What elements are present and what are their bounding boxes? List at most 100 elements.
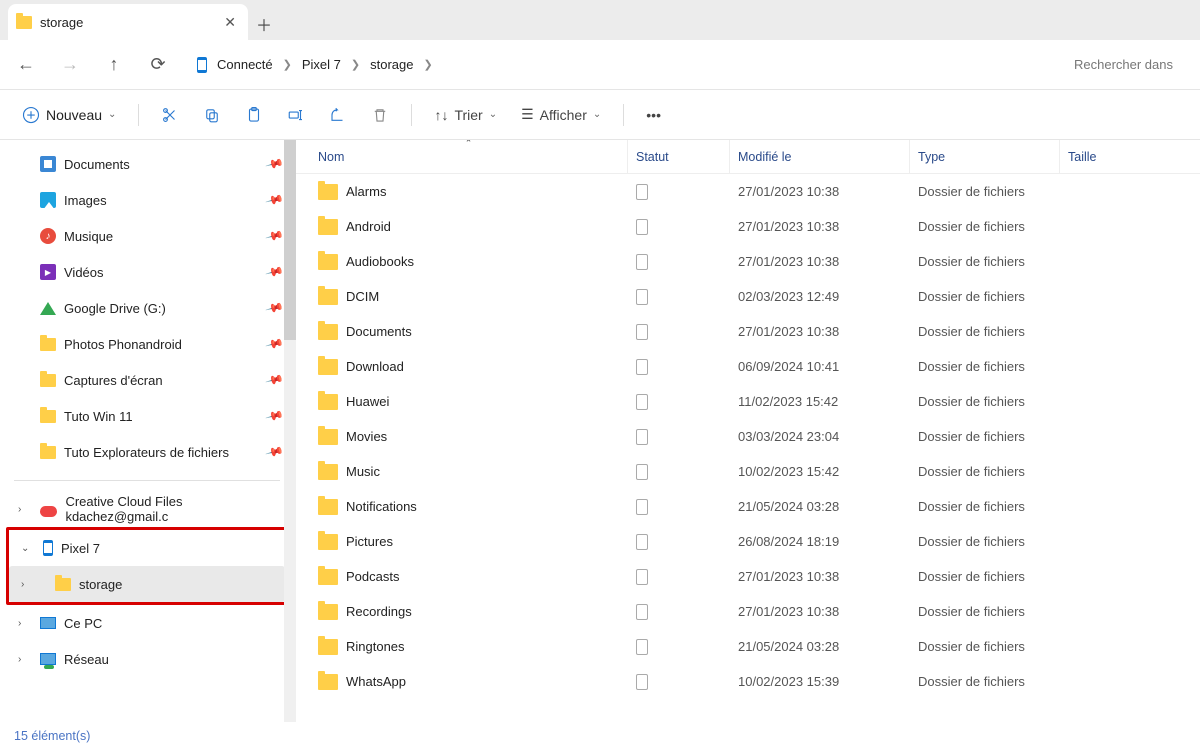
device-icon xyxy=(636,569,648,585)
device-icon xyxy=(636,429,648,445)
pin-icon: 📌 xyxy=(265,226,285,246)
folder-icon xyxy=(318,639,338,655)
pin-icon: 📌 xyxy=(265,406,285,426)
sidebar-tree-item[interactable]: › storage xyxy=(9,566,285,602)
sidebar-item[interactable]: Documents📌 xyxy=(6,146,288,182)
table-row[interactable]: Music 10/02/2023 15:42 Dossier de fichie… xyxy=(296,454,1200,489)
sidebar-item-label: storage xyxy=(79,577,122,592)
column-header-status[interactable]: Statut xyxy=(628,140,730,173)
file-type: Dossier de fichiers xyxy=(918,324,1025,339)
sidebar-item[interactable]: Tuto Explorateurs de fichiers📌 xyxy=(6,434,288,470)
table-row[interactable]: Podcasts 27/01/2023 10:38 Dossier de fic… xyxy=(296,559,1200,594)
pc-icon xyxy=(40,617,56,629)
file-type: Dossier de fichiers xyxy=(918,429,1025,444)
file-name: Android xyxy=(346,219,391,234)
table-row[interactable]: Ringtones 21/05/2024 03:28 Dossier de fi… xyxy=(296,629,1200,664)
window-tab[interactable]: storage ✕ xyxy=(8,4,248,40)
more-button[interactable]: ••• xyxy=(638,101,669,129)
sidebar-item-label: Réseau xyxy=(64,652,109,667)
table-row[interactable]: DCIM 02/03/2023 12:49 Dossier de fichier… xyxy=(296,279,1200,314)
expander-icon[interactable]: › xyxy=(18,618,21,629)
sidebar-item-label: Ce PC xyxy=(64,616,102,631)
table-row[interactable]: Alarms 27/01/2023 10:38 Dossier de fichi… xyxy=(296,174,1200,209)
file-name: Podcasts xyxy=(346,569,399,584)
new-button[interactable]: Nouveau ⌄ xyxy=(14,100,124,130)
table-row[interactable]: Android 27/01/2023 10:38 Dossier de fich… xyxy=(296,209,1200,244)
nav-bar: ← → ↑ ⟳ Connecté ❯ Pixel 7 ❯ storage ❯ R… xyxy=(0,40,1200,90)
forward-button[interactable]: → xyxy=(54,49,86,81)
file-type: Dossier de fichiers xyxy=(918,499,1025,514)
view-button[interactable]: ☰ Afficher ⌄ xyxy=(513,100,609,129)
file-name: Huawei xyxy=(346,394,389,409)
table-row[interactable]: Download 06/09/2024 10:41 Dossier de fic… xyxy=(296,349,1200,384)
paste-icon xyxy=(245,106,263,124)
table-row[interactable]: Notifications 21/05/2024 03:28 Dossier d… xyxy=(296,489,1200,524)
file-modified: 27/01/2023 10:38 xyxy=(738,254,839,269)
folder-icon xyxy=(318,674,338,690)
file-name: Movies xyxy=(346,429,387,444)
table-row[interactable]: Pictures 26/08/2024 18:19 Dossier de fic… xyxy=(296,524,1200,559)
expander-icon[interactable]: › xyxy=(21,579,24,590)
expander-icon[interactable]: ⌄ xyxy=(21,543,29,554)
cut-button[interactable] xyxy=(153,100,187,130)
folder-icon xyxy=(318,219,338,235)
chevron-down-icon: ⌄ xyxy=(108,109,116,120)
sort-button[interactable]: ↑↓ Trier ⌄ xyxy=(426,101,505,129)
new-tab-button[interactable]: ＋ xyxy=(248,8,280,40)
table-row[interactable]: WhatsApp 10/02/2023 15:39 Dossier de fic… xyxy=(296,664,1200,699)
expander-icon[interactable]: › xyxy=(18,654,21,665)
breadcrumb-root[interactable]: Connecté xyxy=(213,55,277,74)
sidebar-item-label: Vidéos xyxy=(64,265,104,280)
sidebar-scrollbar[interactable] xyxy=(284,140,296,722)
copy-icon xyxy=(203,106,221,124)
file-name: Notifications xyxy=(346,499,417,514)
sidebar-item[interactable]: Musique📌 xyxy=(6,218,288,254)
sidebar-item[interactable]: Google Drive (G:)📌 xyxy=(6,290,288,326)
column-label: Statut xyxy=(636,150,669,164)
refresh-button[interactable]: ⟳ xyxy=(142,49,174,81)
column-label: Nom xyxy=(318,150,344,164)
trash-icon xyxy=(371,106,389,124)
file-modified: 21/05/2024 03:28 xyxy=(738,499,839,514)
sidebar-item[interactable]: Images📌 xyxy=(6,182,288,218)
sidebar-tree-item[interactable]: › Réseau xyxy=(6,641,288,677)
column-header-type[interactable]: Type xyxy=(910,140,1060,173)
breadcrumb-item[interactable]: Pixel 7 xyxy=(298,55,345,74)
share-button[interactable] xyxy=(321,100,355,130)
back-button[interactable]: ← xyxy=(10,49,42,81)
device-icon xyxy=(636,184,648,200)
table-row[interactable]: Recordings 27/01/2023 10:38 Dossier de f… xyxy=(296,594,1200,629)
sidebar-tree-item[interactable]: › Ce PC xyxy=(6,605,288,641)
column-header-size[interactable]: Taille xyxy=(1060,140,1200,173)
search-input[interactable]: Rechercher dans xyxy=(1062,48,1190,82)
copy-button[interactable] xyxy=(195,100,229,130)
table-row[interactable]: Movies 03/03/2024 23:04 Dossier de fichi… xyxy=(296,419,1200,454)
table-row[interactable]: Documents 27/01/2023 10:38 Dossier de fi… xyxy=(296,314,1200,349)
folder-icon xyxy=(318,499,338,515)
sidebar-tree-item[interactable]: ›Creative Cloud Files kdachez@gmail.c xyxy=(6,491,288,527)
sidebar-tree-item[interactable]: ⌄Pixel 7 xyxy=(9,530,285,566)
column-header-modified[interactable]: Modifié le xyxy=(730,140,910,173)
table-row[interactable]: Audiobooks 27/01/2023 10:38 Dossier de f… xyxy=(296,244,1200,279)
file-modified: 21/05/2024 03:28 xyxy=(738,639,839,654)
sidebar-item[interactable]: Captures d'écran📌 xyxy=(6,362,288,398)
sidebar-item[interactable]: Vidéos📌 xyxy=(6,254,288,290)
folder-icon xyxy=(55,578,71,591)
close-tab-icon[interactable]: ✕ xyxy=(224,14,236,31)
column-header-name[interactable]: ⌃ Nom xyxy=(310,140,628,173)
sidebar-item-label: Tuto Win 11 xyxy=(64,409,133,424)
paste-button[interactable] xyxy=(237,100,271,130)
device-icon xyxy=(636,289,648,305)
up-button[interactable]: ↑ xyxy=(98,49,130,81)
sidebar-item[interactable]: Photos Phonandroid📌 xyxy=(6,326,288,362)
expander-icon[interactable]: › xyxy=(18,504,21,515)
breadcrumb[interactable]: Connecté ❯ Pixel 7 ❯ storage ❯ xyxy=(186,48,1050,82)
delete-button[interactable] xyxy=(363,100,397,130)
rename-button[interactable] xyxy=(279,100,313,130)
sidebar-item[interactable]: Tuto Win 11 📌 xyxy=(6,398,288,434)
device-icon xyxy=(636,674,648,690)
breadcrumb-item[interactable]: storage xyxy=(366,55,417,74)
table-row[interactable]: Huawei 11/02/2023 15:42 Dossier de fichi… xyxy=(296,384,1200,419)
folder-icon xyxy=(318,254,338,270)
file-name: Recordings xyxy=(346,604,412,619)
